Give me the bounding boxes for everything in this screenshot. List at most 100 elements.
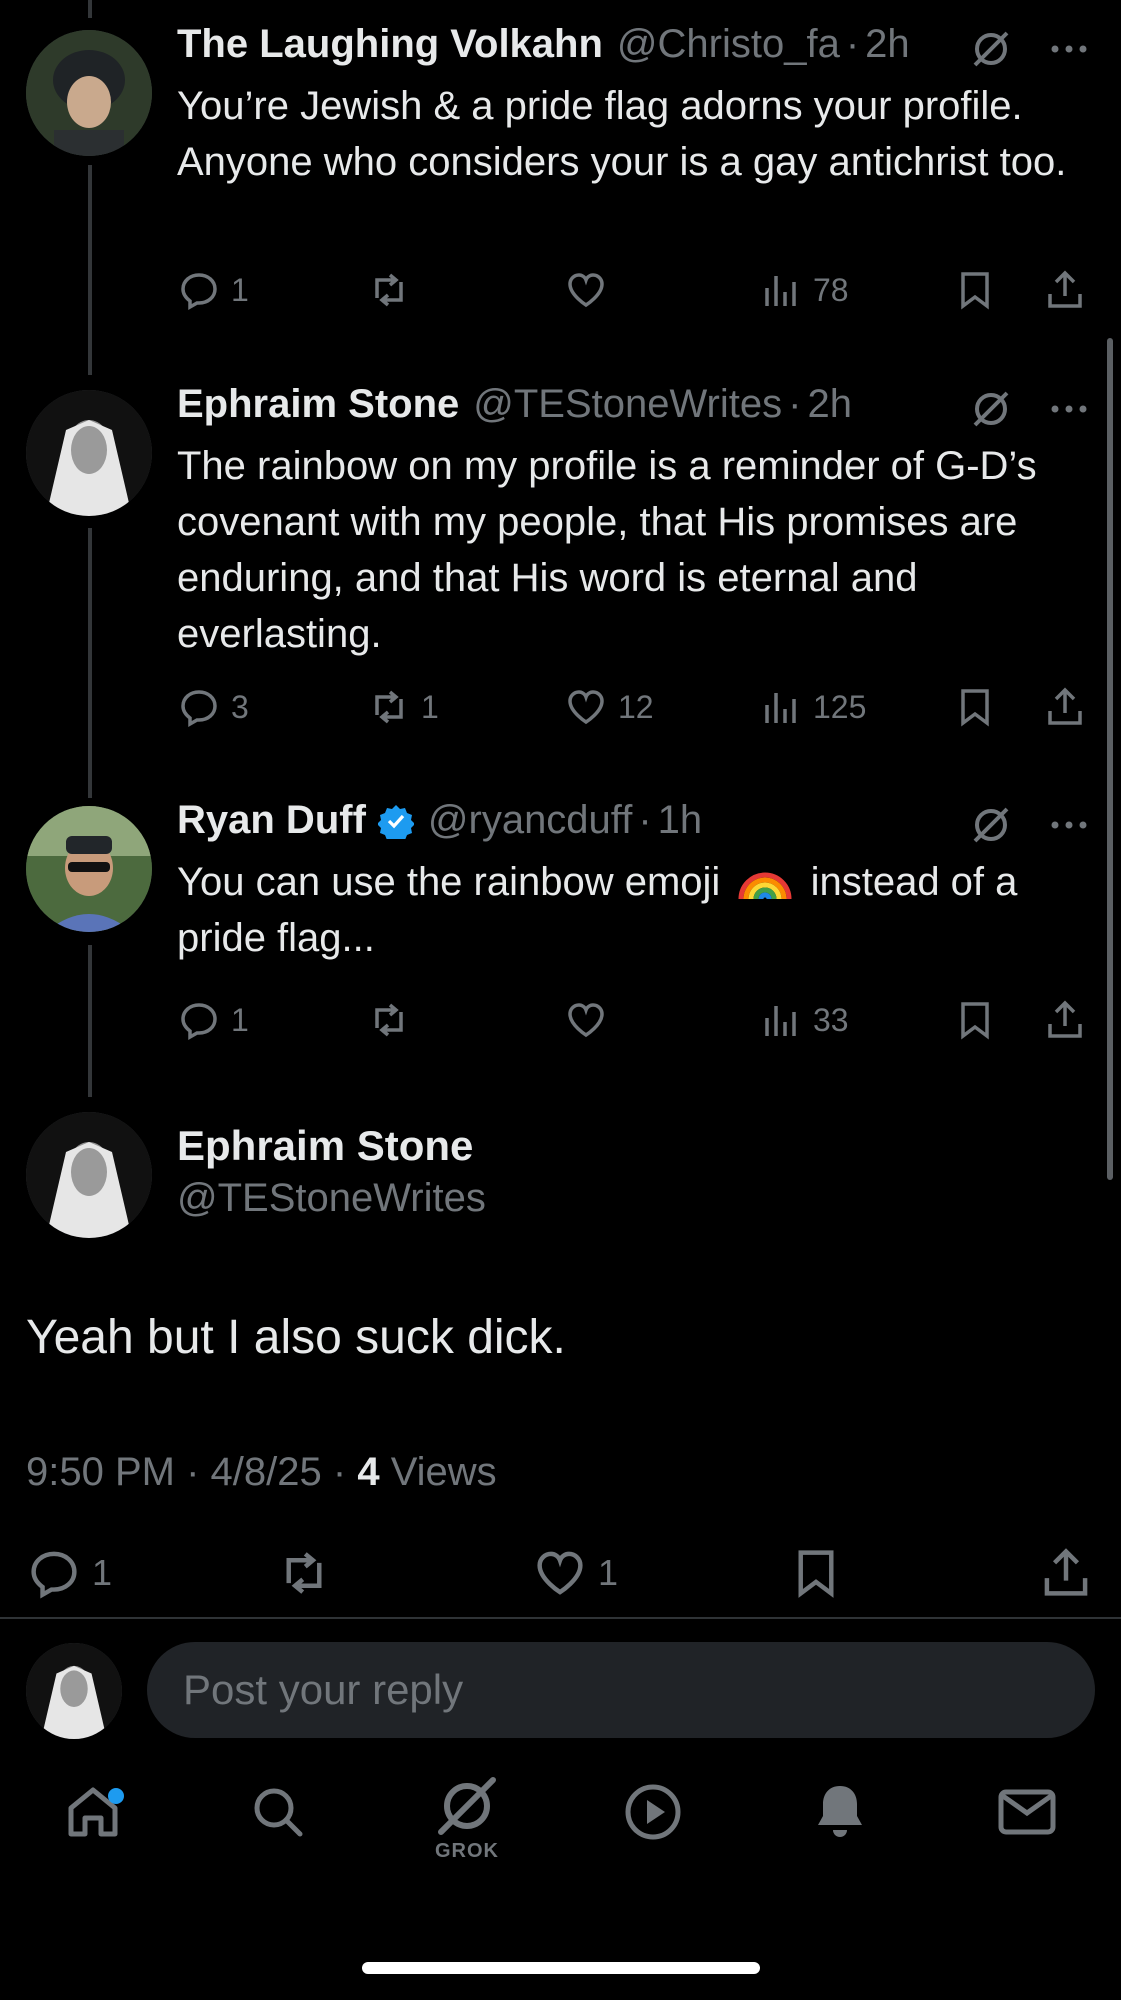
action-bar: 1 78 <box>177 260 1087 320</box>
reply-count: 3 <box>231 688 249 725</box>
reply-button[interactable]: 3 <box>177 677 249 737</box>
timestamp[interactable]: 2h <box>807 382 852 427</box>
nav-messages[interactable] <box>982 1780 1072 1880</box>
thread-post[interactable]: Ephraim Stone @TEStoneWrites · 2h The ra… <box>0 360 1121 780</box>
divider <box>0 1617 1121 1619</box>
handle[interactable]: @ryancduff <box>428 798 632 843</box>
repost-icon <box>375 1003 403 1037</box>
repost-button[interactable] <box>367 260 421 320</box>
reply-count: 1 <box>231 1001 249 1038</box>
main-display-name[interactable]: Ephraim Stone <box>177 1122 473 1170</box>
avatar[interactable] <box>26 30 152 156</box>
repost-icon <box>375 690 403 724</box>
action-bar: 3 1 12 125 <box>177 677 1087 737</box>
main-action-bar: 1 1 <box>26 1538 1096 1608</box>
post-meta: 9:50 PM · 4/8/25 · 4 Views <box>26 1450 497 1494</box>
repost-button[interactable]: 1 <box>367 677 439 737</box>
verified-icon <box>377 804 414 839</box>
handle[interactable]: @TEStoneWrites <box>473 382 782 427</box>
views-button[interactable]: 78 <box>759 260 849 320</box>
timestamp[interactable]: 1h <box>658 798 703 843</box>
nav-search[interactable] <box>233 1780 323 1880</box>
views-label[interactable]: Views <box>391 1450 497 1494</box>
share-icon <box>1048 1000 1082 1038</box>
repost-button[interactable] <box>276 1538 342 1608</box>
bottom-nav: GROK <box>0 1777 1121 1900</box>
views-button[interactable]: 125 <box>759 677 866 737</box>
views-icon <box>765 1006 796 1036</box>
grok-icon[interactable] <box>969 387 1013 431</box>
thread-post[interactable]: Ryan Duff @ryancduff · 1h You can use th… <box>0 776 1121 1076</box>
avatar[interactable] <box>26 1112 152 1238</box>
bookmark-icon <box>798 1550 834 1598</box>
nav-video[interactable] <box>608 1780 698 1880</box>
reply-button[interactable]: 1 <box>177 990 249 1050</box>
reply-avatar[interactable] <box>26 1643 122 1739</box>
reply-button[interactable]: 1 <box>177 260 249 320</box>
views-icon <box>765 693 796 723</box>
reply-icon <box>181 273 217 311</box>
home-indicator[interactable] <box>362 1962 760 1974</box>
grok-icon[interactable] <box>969 27 1013 71</box>
bookmark-button[interactable] <box>953 260 1007 320</box>
share-button[interactable] <box>1043 260 1097 320</box>
like-button[interactable]: 12 <box>564 677 654 737</box>
bookmark-icon <box>961 689 989 727</box>
post-header: Ryan Duff @ryancduff · 1h <box>177 798 703 843</box>
timestamp[interactable]: 2h <box>865 22 910 67</box>
views-button[interactable]: 33 <box>759 990 849 1050</box>
share-button[interactable] <box>1043 990 1097 1050</box>
like-icon <box>568 273 604 308</box>
grok-icon <box>438 1777 496 1835</box>
views-count: 125 <box>813 688 867 725</box>
like-button[interactable]: 1 <box>532 1538 618 1608</box>
display-name[interactable]: Ephraim Stone <box>177 382 459 427</box>
reply-input[interactable]: Post your reply <box>147 1642 1095 1738</box>
grok-icon[interactable] <box>969 803 1013 847</box>
handle[interactable]: @Christo_fa <box>617 22 840 67</box>
like-button[interactable] <box>564 990 618 1050</box>
grok-label: GROK <box>435 1840 499 1862</box>
display-name[interactable]: The Laughing Volkahn <box>177 22 603 67</box>
post-header: The Laughing Volkahn @Christo_fa · 2h <box>177 22 910 67</box>
repost-icon <box>375 273 403 307</box>
avatar[interactable] <box>26 390 152 516</box>
views-count: 78 <box>813 271 849 308</box>
nav-notifications[interactable] <box>795 1780 885 1880</box>
views-icon <box>765 276 796 306</box>
search-icon <box>254 1788 303 1837</box>
post-time: 9:50 PM <box>26 1450 175 1494</box>
bell-icon <box>818 1786 862 1837</box>
reply-button[interactable]: 1 <box>26 1538 112 1608</box>
share-button[interactable] <box>1043 677 1097 737</box>
avatar[interactable] <box>26 806 152 932</box>
views-count: 4 <box>357 1450 380 1494</box>
share-button[interactable] <box>1038 1538 1104 1608</box>
display-name[interactable]: Ryan Duff <box>177 798 366 843</box>
reply-icon <box>31 1551 77 1599</box>
bookmark-icon <box>961 272 989 310</box>
notification-dot <box>108 1788 124 1804</box>
repost-count: 1 <box>421 688 439 725</box>
bookmark-button[interactable] <box>788 1538 854 1608</box>
bookmark-button[interactable] <box>953 990 1007 1050</box>
like-button[interactable] <box>564 260 618 320</box>
repost-button[interactable] <box>367 990 421 1050</box>
nav-home[interactable] <box>48 1780 138 1880</box>
like-count: 12 <box>618 688 654 725</box>
mail-icon <box>998 1789 1056 1835</box>
post-header: Ephraim Stone @TEStoneWrites · 2h <box>177 382 852 427</box>
main-handle[interactable]: @TEStoneWrites <box>177 1176 486 1221</box>
bookmark-button[interactable] <box>953 677 1007 737</box>
reply-count: 1 <box>92 1552 113 1593</box>
repost-icon <box>286 1552 322 1594</box>
nav-grok[interactable]: GROK <box>422 1774 512 1874</box>
more-icon[interactable] <box>1047 27 1091 71</box>
thread-post[interactable]: The Laughing Volkahn @Christo_fa · 2h Yo… <box>0 0 1121 340</box>
post-date: 4/8/25 <box>210 1450 322 1494</box>
reply-icon <box>181 1003 217 1041</box>
share-icon <box>1044 1548 1088 1596</box>
more-icon[interactable] <box>1047 387 1091 431</box>
post-text: The rainbow on my profile is a reminder … <box>177 444 1037 656</box>
more-icon[interactable] <box>1047 803 1091 847</box>
